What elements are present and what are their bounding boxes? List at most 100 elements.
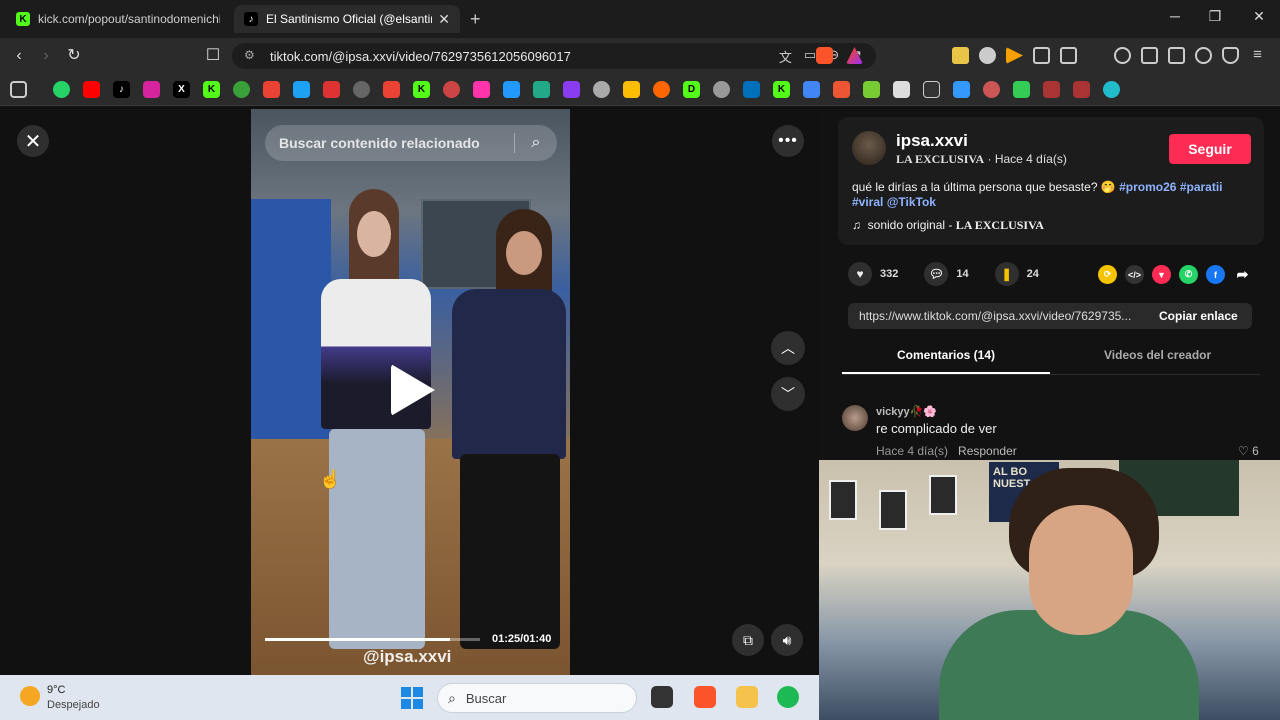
star-icon[interactable]: [1073, 81, 1090, 98]
forward-icon[interactable]: ›: [36, 46, 56, 66]
reply-button[interactable]: Responder: [958, 444, 1017, 458]
video-progress-bar[interactable]: [265, 638, 480, 641]
volume-icon[interactable]: 🔊︎: [771, 624, 803, 656]
repost-icon[interactable]: ⟳: [1098, 265, 1117, 284]
sound-link[interactable]: ♫ sonido original - LA EXCLUSIVA: [852, 218, 1044, 233]
extension-icon[interactable]: [979, 47, 996, 64]
docs-icon[interactable]: [803, 81, 820, 98]
weather-temperature[interactable]: 9°C: [47, 684, 65, 696]
facebook-icon[interactable]: f: [1206, 265, 1225, 284]
close-window-button[interactable]: ✕: [1249, 8, 1269, 25]
gmail-icon[interactable]: [263, 81, 280, 98]
gmail-icon[interactable]: [383, 81, 400, 98]
bookmark-icon[interactable]: [503, 81, 520, 98]
download-icon[interactable]: [863, 81, 880, 98]
address-bar[interactable]: ⚙ tiktok.com/@ipsa.xxvi/video/7629735612…: [232, 43, 876, 69]
search-icon[interactable]: ⌕: [515, 134, 557, 152]
wallet-icon[interactable]: [1168, 47, 1185, 64]
new-tab-button[interactable]: +: [470, 9, 481, 30]
spotify-icon[interactable]: [777, 686, 799, 708]
file-explorer-icon[interactable]: [736, 686, 758, 708]
brave-browser-icon[interactable]: [694, 686, 716, 708]
back-icon[interactable]: ‹: [9, 46, 29, 66]
brave-shields-icon[interactable]: [816, 47, 833, 64]
comment-username[interactable]: vickyy🥀🌸: [876, 405, 937, 418]
apps-grid-icon[interactable]: [10, 81, 27, 98]
play-icon[interactable]: [391, 364, 435, 416]
drive-icon[interactable]: [623, 81, 640, 98]
tab-tiktok[interactable]: ♪ El Santinismo Oficial (@elsantini ✕: [234, 5, 460, 33]
tiktok-icon[interactable]: ♪: [113, 81, 130, 98]
like-button[interactable]: ♥ 332: [848, 262, 898, 286]
bookmark-icon[interactable]: [323, 81, 340, 98]
extension-icon[interactable]: [1006, 47, 1023, 64]
screenshot-icon[interactable]: [1060, 47, 1077, 64]
send-icon[interactable]: ▼: [1152, 265, 1171, 284]
copy-link-button[interactable]: Copiar enlace: [1159, 309, 1238, 323]
url-text[interactable]: tiktok.com/@ipsa.xxvi/video/762973561205…: [270, 49, 571, 64]
video-player[interactable]: Buscar contenido relacionado ⌕ ☝ 01:25/0…: [251, 109, 570, 675]
site-info-icon[interactable]: ⚙: [244, 48, 255, 62]
tab-kick[interactable]: K kick.com/popout/santinodomenichini: [6, 5, 230, 33]
star-icon[interactable]: [1043, 81, 1060, 98]
puzzle-icon[interactable]: [1033, 47, 1050, 64]
bookmark-icon[interactable]: [1013, 81, 1030, 98]
extension-icon[interactable]: [952, 47, 969, 64]
globe-icon[interactable]: [713, 81, 730, 98]
next-video-icon[interactable]: ﹀: [771, 377, 805, 411]
download-icon[interactable]: [953, 81, 970, 98]
bookmark-icon[interactable]: [1103, 81, 1120, 98]
bookmark-icon[interactable]: [233, 81, 250, 98]
follow-button[interactable]: Seguir: [1169, 134, 1251, 164]
mention-link[interactable]: @TikTok: [887, 195, 936, 209]
x-icon[interactable]: X: [173, 81, 190, 98]
twitch-icon[interactable]: [563, 81, 580, 98]
kick-icon[interactable]: K: [203, 81, 220, 98]
bookmark-icon[interactable]: [533, 81, 550, 98]
taskbar-search[interactable]: ⌕ Buscar: [437, 683, 637, 713]
maximize-button[interactable]: ❐: [1205, 8, 1225, 25]
comment-button[interactable]: 💬︎ 14: [924, 262, 969, 286]
hashtag-link[interactable]: #viral: [852, 195, 883, 209]
avatar[interactable]: [842, 405, 868, 431]
more-options-icon[interactable]: •••: [772, 125, 804, 157]
music-icon[interactable]: [1114, 47, 1131, 64]
floating-player-icon[interactable]: ⧉: [732, 624, 764, 656]
whatsapp-icon[interactable]: ✆: [1179, 265, 1198, 284]
task-view-icon[interactable]: [651, 686, 673, 708]
vpn-icon[interactable]: [1222, 47, 1239, 64]
tab-creator-videos[interactable]: Videos del creador: [1104, 348, 1211, 362]
leo-icon[interactable]: [1195, 47, 1212, 64]
share-arrow-icon[interactable]: ➦: [1233, 265, 1252, 284]
reload-icon[interactable]: ↻: [64, 46, 84, 66]
hashtag-link[interactable]: #promo26: [1119, 180, 1176, 194]
whatsapp-icon[interactable]: [53, 81, 70, 98]
hashtag-link[interactable]: #paratii: [1180, 180, 1223, 194]
kick-icon[interactable]: K: [773, 81, 790, 98]
windows-start-icon[interactable]: [401, 687, 423, 709]
cast-icon[interactable]: ▭: [804, 47, 816, 66]
bookmark-icon[interactable]: D: [683, 81, 700, 98]
previous-video-icon[interactable]: ︿: [771, 331, 805, 365]
bookmark-icon[interactable]: [923, 81, 940, 98]
save-button[interactable]: ❚ 24: [994, 262, 1039, 286]
weather-condition[interactable]: Despejado: [47, 699, 100, 711]
close-tab-icon[interactable]: ✕: [438, 11, 450, 28]
bookmark-icon[interactable]: [473, 81, 490, 98]
comment-like-button[interactable]: ♡ 6: [1238, 444, 1259, 458]
bookmark-icon[interactable]: [653, 81, 670, 98]
translate-icon[interactable]: 文: [779, 47, 792, 66]
bookmark-icon[interactable]: [983, 81, 1000, 98]
bookmark-icon[interactable]: [443, 81, 460, 98]
youtube-icon[interactable]: [83, 81, 100, 98]
related-search-input[interactable]: Buscar contenido relacionado ⌕: [265, 125, 557, 161]
instagram-icon[interactable]: [143, 81, 160, 98]
bookmark-icon[interactable]: [293, 81, 310, 98]
chatgpt-icon[interactable]: [593, 81, 610, 98]
avatar[interactable]: [852, 131, 886, 165]
minimize-button[interactable]: ─: [1165, 8, 1185, 24]
bookmark-icon[interactable]: [833, 81, 850, 98]
bookmark-icon[interactable]: ☐: [203, 46, 223, 66]
paypal-icon[interactable]: [743, 81, 760, 98]
sidebar-icon[interactable]: [1141, 47, 1158, 64]
